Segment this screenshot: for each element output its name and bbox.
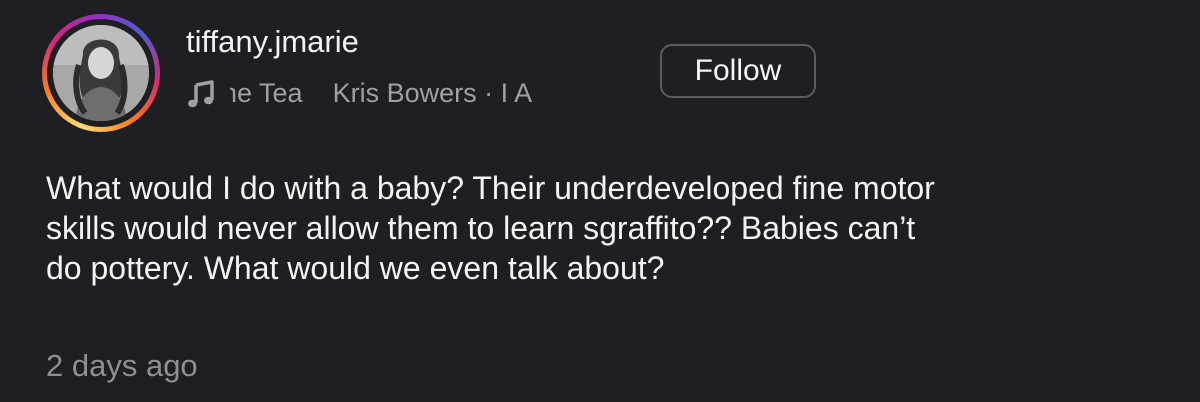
music-note-icon	[186, 79, 216, 109]
music-ticker: he Tea Kris Bowers · I A	[230, 76, 670, 112]
avatar[interactable]	[53, 25, 149, 121]
follow-button[interactable]: Follow	[660, 44, 816, 98]
post-caption: What would I do with a baby? Their under…	[46, 170, 935, 286]
username[interactable]: tiffany.jmarie	[186, 24, 359, 60]
avatar-story-ring[interactable]	[42, 14, 160, 132]
avatar-photo	[53, 25, 149, 121]
music-ticker-text: he Tea Kris Bowers · I A	[230, 78, 533, 108]
post-timestamp: 2 days ago	[46, 348, 198, 383]
music-attribution[interactable]: he Tea Kris Bowers · I A	[186, 76, 670, 112]
